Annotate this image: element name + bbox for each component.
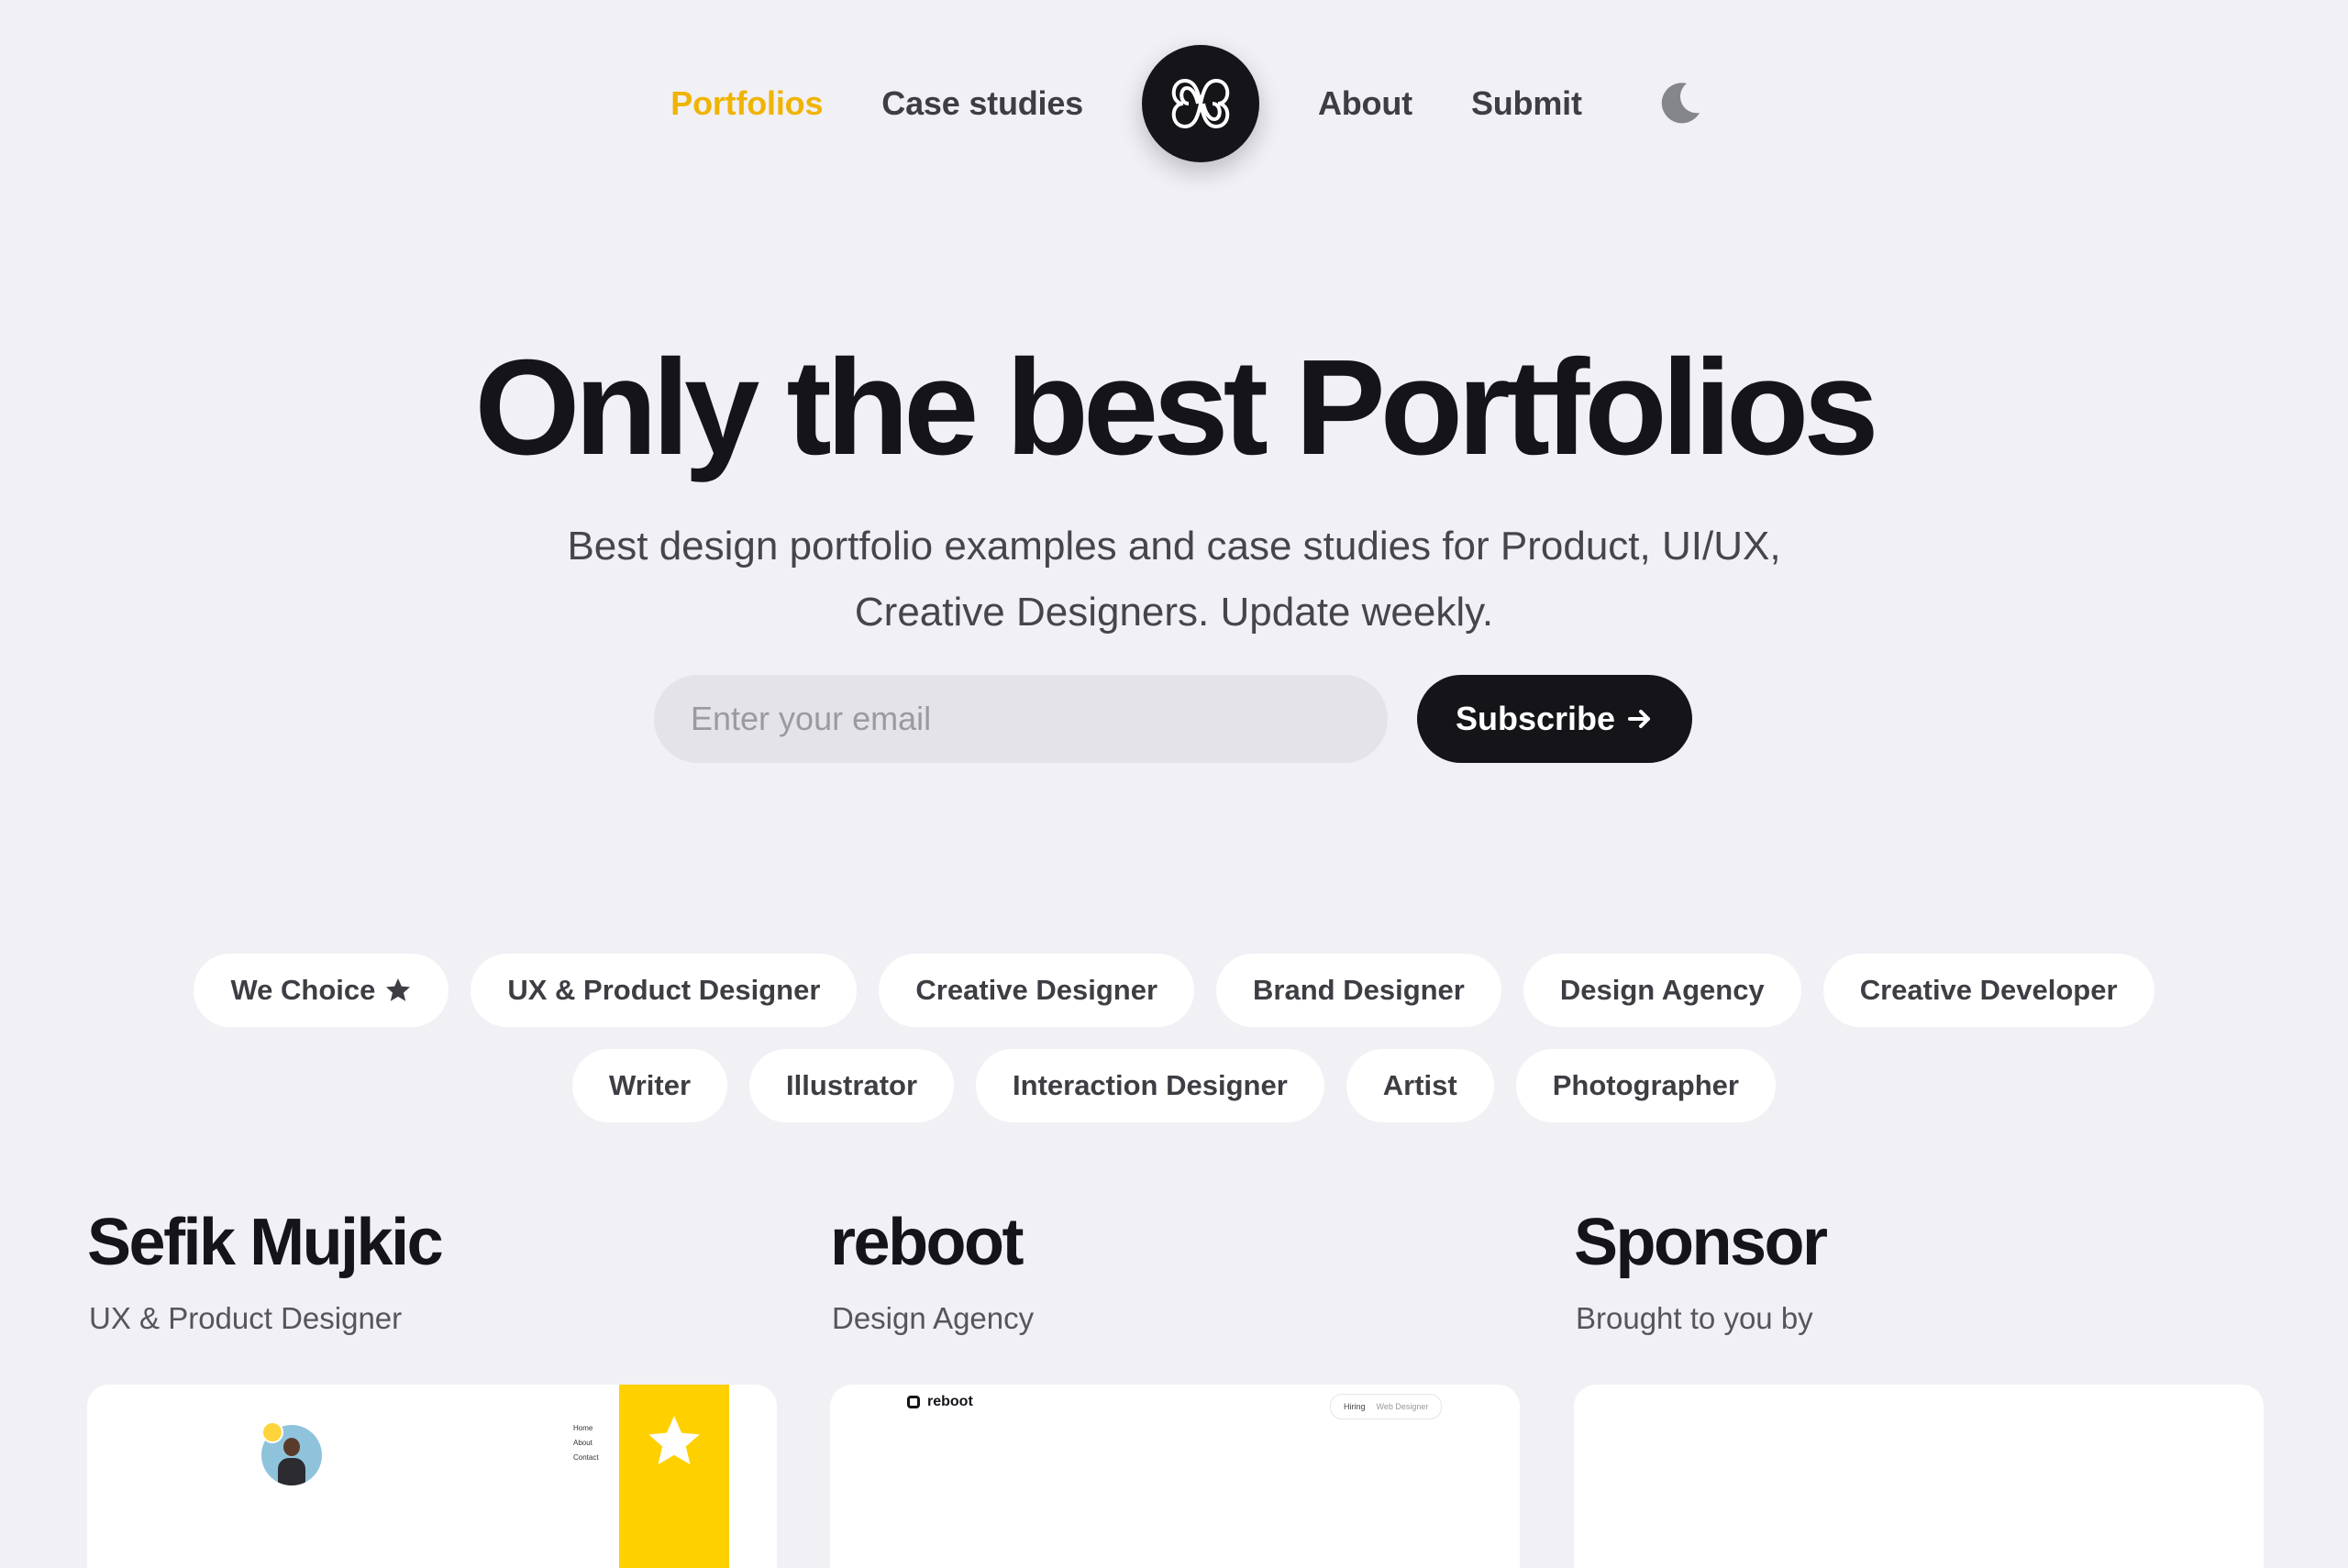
- nav-link-portfolios[interactable]: Portfolios: [670, 84, 823, 123]
- preview-brand-label: reboot: [927, 1394, 973, 1409]
- star-icon: [384, 977, 412, 1004]
- preview-menu-item: Contact: [573, 1453, 599, 1462]
- moon-icon: [1661, 83, 1700, 124]
- arrow-right-icon: [1626, 705, 1654, 733]
- filter-chip-photographer[interactable]: Photographer: [1515, 1049, 1776, 1122]
- hero-subtitle-line-2: Creative Designers. Update weekly.: [854, 590, 1494, 635]
- preview-hiring-pill: Hiring Web Designer: [1330, 1394, 1443, 1419]
- filter-chip-interaction-designer[interactable]: Interaction Designer: [976, 1049, 1324, 1122]
- star-icon: [648, 1416, 700, 1465]
- sponsor-card[interactable]: Sponsor Brought to you by: [1574, 1201, 2264, 1568]
- filter-chip-brand-designer[interactable]: Brand Designer: [1216, 954, 1501, 1027]
- logo-mark: [1171, 78, 1230, 129]
- page-title: Only the best Portfolios: [474, 332, 1878, 483]
- preview-star-tile: [619, 1385, 729, 1568]
- nav-link-case-studies[interactable]: Case studies: [881, 84, 1083, 123]
- filter-chip-design-agency[interactable]: Design Agency: [1523, 954, 1801, 1027]
- preview-pill-label: Hiring: [1344, 1402, 1366, 1411]
- card-category: Brought to you by: [1576, 1301, 1813, 1335]
- card-preview-image[interactable]: Home About Contact: [87, 1385, 777, 1568]
- preview-pill-role: Web Designer: [1376, 1402, 1429, 1411]
- subscribe-button[interactable]: Subscribe: [1417, 675, 1692, 763]
- preview-brand: reboot: [907, 1394, 973, 1410]
- portfolio-card[interactable]: Sefik Mujkic UX & Product Designer Home …: [87, 1201, 777, 1568]
- nav-link-submit[interactable]: Submit: [1471, 84, 1582, 123]
- sponsor-preview[interactable]: [1574, 1385, 2264, 1568]
- category-filters: We Choice UX & Product Designer Creative…: [138, 954, 2210, 1122]
- filter-chip-creative-developer[interactable]: Creative Developer: [1822, 954, 2154, 1027]
- filter-chip-ux-product-designer[interactable]: UX & Product Designer: [471, 954, 858, 1027]
- card-title[interactable]: Sefik Mujkic: [87, 1201, 777, 1284]
- preview-menu-item: Home: [573, 1424, 593, 1432]
- filter-chip-creative-designer[interactable]: Creative Designer: [879, 954, 1195, 1027]
- card-title[interactable]: reboot: [830, 1201, 1520, 1284]
- top-nav: Portfolios Case studies About Submit: [0, 44, 2348, 163]
- portfolio-card[interactable]: reboot Design Agency reboot Hiring Web D…: [830, 1201, 1520, 1568]
- filter-chip-artist[interactable]: Artist: [1346, 1049, 1494, 1122]
- preview-menu: Home About Contact: [573, 1421, 599, 1465]
- hero-subtitle: Best design portfolio examples and case …: [486, 513, 1862, 646]
- filter-chip-we-choice[interactable]: We Choice: [194, 954, 449, 1027]
- preview-menu-item: About: [573, 1439, 593, 1447]
- emoji-badge-icon: [261, 1421, 283, 1443]
- card-title: Sponsor: [1574, 1206, 1828, 1279]
- card-category: Design Agency: [832, 1301, 1035, 1335]
- filter-chip-label: We Choice: [230, 974, 376, 1006]
- theme-toggle-button[interactable]: [1652, 76, 1707, 131]
- nav-link-about[interactable]: About: [1318, 84, 1412, 123]
- reboot-logo-icon: [907, 1396, 920, 1408]
- bb-logo-icon[interactable]: [1141, 45, 1259, 162]
- email-input[interactable]: [654, 675, 1388, 763]
- hero-subtitle-line-1: Best design portfolio examples and case …: [567, 524, 1781, 569]
- card-preview-image[interactable]: reboot Hiring Web Designer: [830, 1385, 1520, 1568]
- subscribe-form: Subscribe: [654, 675, 1694, 763]
- card-category: UX & Product Designer: [89, 1301, 403, 1335]
- filter-chip-illustrator[interactable]: Illustrator: [749, 1049, 955, 1122]
- filter-chip-writer[interactable]: Writer: [572, 1049, 728, 1122]
- subscribe-label: Subscribe: [1455, 700, 1616, 737]
